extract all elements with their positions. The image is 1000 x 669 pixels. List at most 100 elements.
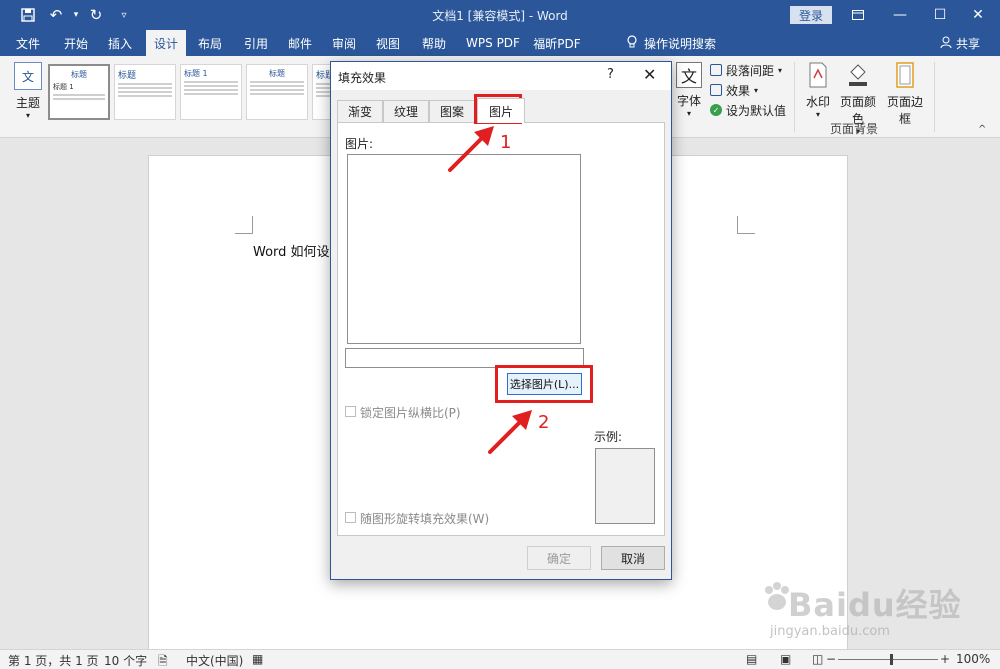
style-thumb-title: 标题 1 xyxy=(184,69,208,78)
themes-button[interactable]: 文 主题 ▾ xyxy=(10,62,46,120)
page-borders-label: 页面边框 xyxy=(886,95,923,126)
paint-bucket-icon xyxy=(849,64,867,86)
fonts-button[interactable]: 文 字体 ▾ xyxy=(674,62,704,118)
tab-file[interactable]: 文件 xyxy=(8,30,48,56)
style-thumb-title: 标题 xyxy=(269,69,285,78)
tab-gradient[interactable]: 渐变 xyxy=(337,100,383,122)
tab-help[interactable]: 帮助 xyxy=(412,30,456,56)
status-bar: 第 1 页，共 1 页 10 个字 🗎 中文(中国) ▦ ▤ ▣ ◫ − + 1… xyxy=(0,649,1000,669)
annotation-arrow-1 xyxy=(448,126,494,172)
web-layout-icon[interactable]: ◫ xyxy=(812,652,823,666)
lock-aspect-ratio-label: 锁定图片纵横比(P) xyxy=(360,406,461,420)
tab-home[interactable]: 开始 xyxy=(56,30,96,56)
close-icon[interactable]: ✕ xyxy=(643,65,656,84)
fonts-dropdown-icon: ▾ xyxy=(686,109,691,118)
themes-label: 主题 xyxy=(15,96,40,110)
tab-view[interactable]: 视图 xyxy=(368,30,408,56)
zoom-slider[interactable] xyxy=(838,659,938,660)
tab-design[interactable]: 设计 xyxy=(146,30,186,56)
style-thumb-title: 标题 xyxy=(71,70,87,79)
picture-tab-panel: 图片: 选择图片(L)... 锁定图片纵横比(P) 示例: 随图形旋转填充效果(… xyxy=(337,122,665,536)
proofing-icon[interactable]: 🗎 xyxy=(158,652,168,669)
person-icon xyxy=(940,36,952,51)
login-button[interactable]: 登录 xyxy=(790,6,832,24)
minimize-icon[interactable]: — xyxy=(880,0,920,30)
zoom-out-icon[interactable]: − xyxy=(826,652,836,666)
highlight-select-picture-button xyxy=(495,365,593,403)
tell-me-search[interactable]: 操作说明搜索 xyxy=(626,30,716,56)
lock-aspect-ratio-checkbox[interactable] xyxy=(345,406,356,417)
rotate-with-shape-checkbox[interactable] xyxy=(345,512,356,523)
effects-button[interactable]: 效果 ▾ xyxy=(710,80,790,100)
read-mode-icon[interactable]: ▤ xyxy=(746,652,757,666)
macro-icon[interactable]: ▦ xyxy=(252,652,263,666)
paragraph-spacing-button[interactable]: 段落间距 ▾ xyxy=(710,60,790,80)
tab-references[interactable]: 引用 xyxy=(236,30,276,56)
paragraph-spacing-icon xyxy=(710,64,722,76)
help-icon[interactable]: ? xyxy=(607,67,614,82)
chevron-down-icon: ▾ xyxy=(778,65,783,75)
watermark-button[interactable]: 水印 ▾ xyxy=(802,62,834,119)
page-count[interactable]: 第 1 页，共 1 页 xyxy=(8,652,99,669)
style-thumb-heading: 标题 1 xyxy=(53,83,74,91)
page-borders-button[interactable]: 页面边框 xyxy=(882,62,928,127)
watermark-icon xyxy=(809,62,827,88)
style-set-thumb[interactable]: 标题 标题 1 xyxy=(48,64,110,120)
language[interactable]: 中文(中国) xyxy=(186,652,243,669)
maximize-icon[interactable]: ☐ xyxy=(920,0,960,30)
watermark-brand: Baidu经验 xyxy=(788,586,962,624)
tab-review[interactable]: 审阅 xyxy=(324,30,364,56)
share-label: 共享 xyxy=(956,36,981,51)
word-count[interactable]: 10 个字 xyxy=(104,652,147,669)
ribbon-divider xyxy=(794,62,795,132)
lightbulb-icon xyxy=(626,34,638,52)
effects-label: 效果 xyxy=(726,83,751,98)
effects-icon xyxy=(710,84,722,96)
zoom-in-icon[interactable]: + xyxy=(940,652,950,666)
baidu-watermark: Baidu经验 jingyan.baidu.com xyxy=(760,580,1000,650)
annotation-number-1: 1 xyxy=(500,132,512,153)
annotation-number-2: 2 xyxy=(538,412,550,433)
watermark-label: 水印 xyxy=(805,95,830,109)
watermark-url: jingyan.baidu.com xyxy=(770,624,890,639)
tab-wps-pdf[interactable]: WPS PDF xyxy=(462,30,524,56)
margin-corner-mark xyxy=(737,216,755,234)
share-button[interactable]: 共享 xyxy=(940,30,980,56)
ribbon-display-options-icon[interactable] xyxy=(838,0,878,30)
tab-pattern[interactable]: 图案 xyxy=(429,100,475,122)
ribbon-divider xyxy=(934,62,935,132)
style-set-thumb[interactable]: 标题 xyxy=(246,64,308,120)
tell-me-label: 操作说明搜索 xyxy=(644,36,717,51)
title-bar: ↶ ▾ ↻ ▿ 文档1 [兼容模式] - Word 登录 — ☐ ✕ xyxy=(0,0,1000,30)
dialog-title-bar: 填充效果 ? ✕ xyxy=(331,62,671,90)
fonts-label: 字体 xyxy=(676,94,701,108)
style-set-thumb[interactable]: 标题 xyxy=(114,64,176,120)
tab-texture[interactable]: 纹理 xyxy=(383,100,429,122)
themes-icon: 文 xyxy=(14,62,42,90)
tab-layout[interactable]: 布局 xyxy=(190,30,230,56)
sample-label: 示例: xyxy=(594,430,623,444)
page-border-icon xyxy=(896,62,914,88)
zoom-slider-thumb[interactable] xyxy=(890,654,893,665)
annotation-arrow-2 xyxy=(488,410,532,454)
picture-label: 图片: xyxy=(345,137,374,151)
themes-dropdown-icon: ▾ xyxy=(25,111,30,120)
cancel-button[interactable]: 取消 xyxy=(601,546,665,570)
tab-mailings[interactable]: 邮件 xyxy=(280,30,320,56)
tab-foxit-pdf[interactable]: 福昕PDF xyxy=(530,30,584,56)
rotate-with-shape-label: 随图形旋转填充效果(W) xyxy=(360,512,490,526)
close-window-icon[interactable]: ✕ xyxy=(958,0,998,30)
print-layout-icon[interactable]: ▣ xyxy=(780,652,791,666)
tab-insert[interactable]: 插入 xyxy=(100,30,140,56)
chevron-down-icon: ▾ xyxy=(815,110,820,119)
style-set-thumb[interactable]: 标题 1 xyxy=(180,64,242,120)
collapse-ribbon-icon[interactable]: ^ xyxy=(978,124,986,135)
page-background-group-label: 页面背景 xyxy=(830,122,879,136)
zoom-level[interactable]: 100% xyxy=(956,652,990,666)
margin-corner-mark xyxy=(235,216,253,234)
check-icon: ✓ xyxy=(710,104,722,116)
document-format-gallery: 标题 标题 1 标题 标题 1 标题 标题 xyxy=(48,64,374,122)
tab-picture[interactable]: 图片 xyxy=(477,98,525,123)
ok-button[interactable]: 确定 xyxy=(527,546,591,570)
set-as-default-button[interactable]: ✓ 设为默认值 xyxy=(710,100,790,120)
